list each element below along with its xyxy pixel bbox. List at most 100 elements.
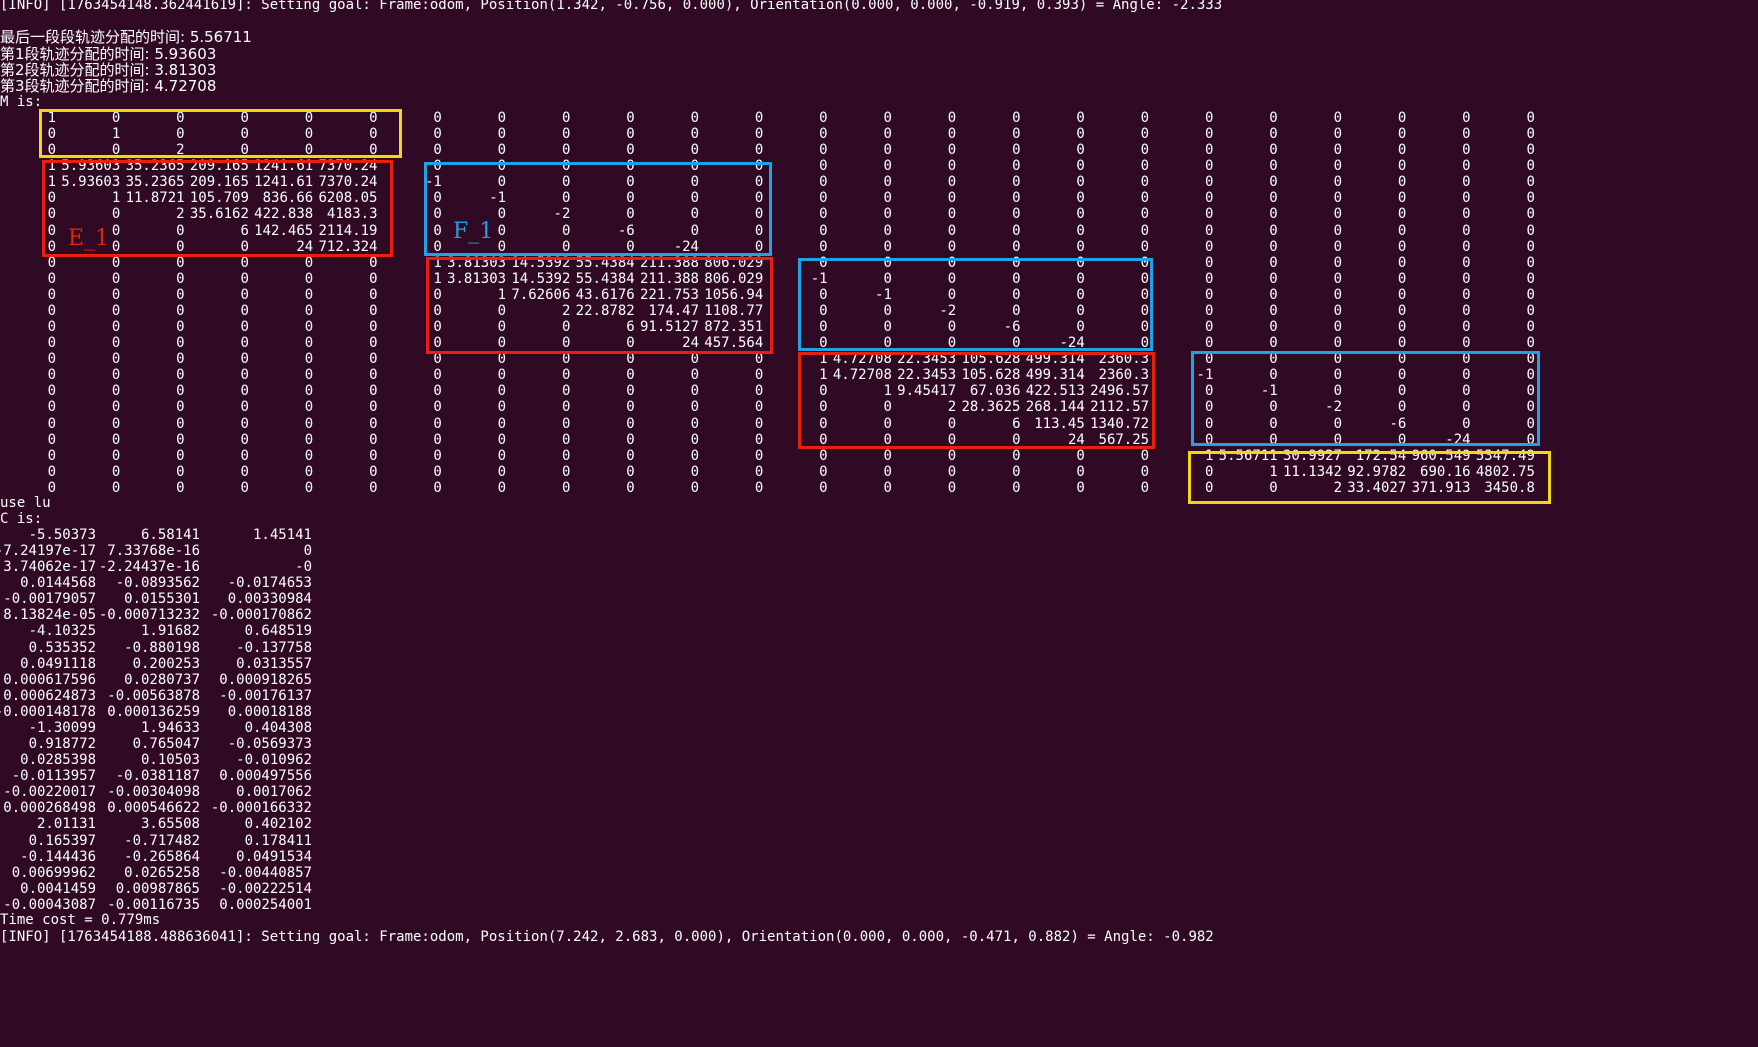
c-matrix-cell: -0.00220017 (3, 784, 96, 801)
terminal-window[interactable]: [INFO] [1763454148.362441619]: Setting g… (0, 0, 1758, 1047)
c-matrix-cell: -0.137758 (236, 639, 312, 656)
c-matrix-cell: 0.000268498 (3, 800, 96, 817)
blue-box-f2 (798, 258, 1153, 351)
m-matrix-cell: 0 (1526, 190, 1535, 207)
time-cost-line: Time cost = 0.779ms (0, 912, 161, 928)
c-matrix-cell: -0.00179057 (3, 591, 96, 608)
c-matrix-cell: 6.58141 (140, 527, 200, 543)
c-matrix-cell: 0.402102 (244, 816, 312, 833)
c-matrix-cell: -0.0174653 (227, 575, 312, 592)
c-matrix-cell: -0.0893562 (115, 575, 200, 592)
c-matrix-cell: -0.880198 (124, 639, 200, 656)
c-matrix-cell: 0.535352 (28, 639, 96, 656)
c-matrix-header: C is: (0, 511, 43, 527)
c-matrix-cell: 0.00018188 (227, 703, 312, 720)
c-matrix-cell: -0.0113957 (11, 768, 96, 785)
c-matrix-cell: 0.404308 (244, 719, 312, 736)
c-matrix-cell: -0.000166332 (210, 800, 312, 817)
c-matrix-cell: 2.01131 (36, 816, 96, 833)
c-matrix-cell: -0.000148178 (0, 703, 96, 720)
yellow-box-start-constraints (39, 109, 402, 158)
c-matrix-cell: 0 (303, 543, 312, 560)
m-matrix-header: M is: (0, 94, 43, 110)
m-matrix-cell: 0 (1526, 254, 1535, 271)
c-matrix-cell: 1.91682 (140, 623, 200, 640)
c-matrix-cell: 0.200253 (132, 655, 200, 672)
c-matrix-cell: 0.0265258 (124, 864, 200, 881)
c-matrix-cell: 0.000497556 (219, 768, 312, 785)
red-box-e2 (426, 257, 773, 354)
c-matrix-cell: -0.00563878 (107, 687, 200, 704)
next-info-log-line-partial: [INFO] [1763454188.488636041]: Setting g… (0, 929, 1214, 945)
c-matrix-cell: 0.0280737 (124, 671, 200, 688)
m-matrix-cell: 0 (1526, 286, 1535, 303)
yellow-box-end-constraints (1188, 451, 1551, 504)
c-matrix-cell: -0.010962 (236, 752, 312, 769)
m-matrix-cell: 0 (1526, 222, 1535, 239)
c-matrix-cell: -0.000713232 (98, 607, 200, 624)
c-matrix-cell: 0.000918265 (219, 671, 312, 688)
c-matrix-cell: 3.74062e-17 (3, 559, 96, 576)
m-matrix-cell: 0 (1526, 270, 1535, 287)
c-matrix-cell: 1.94633 (140, 719, 200, 736)
c-matrix-cell: -0 (295, 559, 312, 576)
c-matrix-cell: 0.0017062 (236, 784, 312, 801)
m-matrix-cell: 0 (1526, 238, 1535, 255)
m-matrix-cell: 0 (1526, 174, 1535, 191)
m-matrix-cell: 0 (1526, 335, 1535, 352)
time-line-3: 第3段轨迹分配的时间: 4.72708 (0, 77, 217, 95)
m-matrix-cell: 0 (1526, 206, 1535, 223)
c-matrix-cell: -2.24437e-16 (98, 559, 200, 576)
c-matrix-cell: 0.10503 (140, 752, 200, 769)
info-log-line: [INFO] [1763454148.362441619]: Setting g… (0, 0, 1223, 13)
c-matrix-cell: 0.00699962 (11, 864, 96, 881)
c-matrix-cell: 0.0285398 (20, 752, 96, 769)
f1-label: F_1 (453, 219, 494, 244)
c-matrix-cell: -0.0569373 (227, 736, 312, 753)
c-matrix-cell: 0.648519 (244, 623, 312, 640)
c-matrix-cell: 8.13824e-05 (3, 607, 96, 624)
c-matrix-cell: 0.000136259 (107, 703, 200, 720)
c-matrix-cell: 0.165397 (28, 832, 96, 849)
e1-label: E_1 (68, 226, 110, 251)
c-matrix-cell: 0.0155301 (124, 591, 200, 608)
c-matrix-cell: 0.178411 (244, 832, 312, 849)
c-matrix-cell: 0.0041459 (20, 880, 96, 897)
c-matrix-cell: -0.144436 (20, 848, 96, 865)
red-box-e3 (798, 352, 1155, 449)
c-matrix-cell: -0.00304098 (107, 784, 200, 801)
c-matrix-cell: -0.00176137 (219, 687, 312, 704)
c-matrix-cell: -0.00440857 (219, 864, 312, 881)
m-matrix-cell: 0 (1526, 302, 1535, 319)
c-matrix-cell: 0.000254001 (219, 896, 312, 913)
m-matrix-cell: 0 (1526, 319, 1535, 336)
c-matrix-cell: 0.0491534 (236, 848, 312, 865)
c-matrix-cell: -0.717482 (124, 832, 200, 849)
m-matrix-cell: 0 (1526, 142, 1535, 159)
c-matrix-cell: 0.765047 (132, 736, 200, 753)
c-matrix-cell: 0.000617596 (3, 671, 96, 688)
c-matrix-cell: -4.10325 (28, 623, 96, 640)
m-matrix-cell: 0 (1526, 158, 1535, 175)
c-matrix-cell: 0.0491118 (20, 655, 96, 672)
blue-box-f3 (1191, 351, 1540, 446)
c-matrix-cell: 0.000546622 (107, 800, 200, 817)
c-matrix-cell: 3.65508 (140, 816, 200, 833)
c-matrix-cell: 7.33768e-16 (107, 543, 200, 560)
m-matrix-cell: 0 (1526, 110, 1535, 126)
c-matrix-cell: -1.30099 (28, 719, 96, 736)
c-matrix-cell: 0.0144568 (20, 575, 96, 592)
c-matrix-cell: 0.00987865 (115, 880, 200, 897)
c-matrix-cell: -0.0381187 (115, 768, 200, 785)
m-matrix-cell: 0 (1526, 126, 1535, 143)
c-matrix-cell: -7.24197e-17 (0, 543, 96, 560)
c-matrix-cell: 0.0313557 (236, 655, 312, 672)
c-matrix-cell: -0.00222514 (219, 880, 312, 897)
c-matrix-cell: 0.000624873 (3, 687, 96, 704)
c-matrix-cell: 0.918772 (28, 736, 96, 753)
c-matrix-cell: 1.45141 (252, 527, 312, 543)
c-matrix-cell: -0.000170862 (210, 607, 312, 624)
c-matrix-cell: -5.50373 (28, 527, 96, 543)
c-matrix-cell: -0.265864 (124, 848, 200, 865)
time-line-last: 最后一段段轨迹分配的时间: 5.56711 (0, 28, 252, 46)
